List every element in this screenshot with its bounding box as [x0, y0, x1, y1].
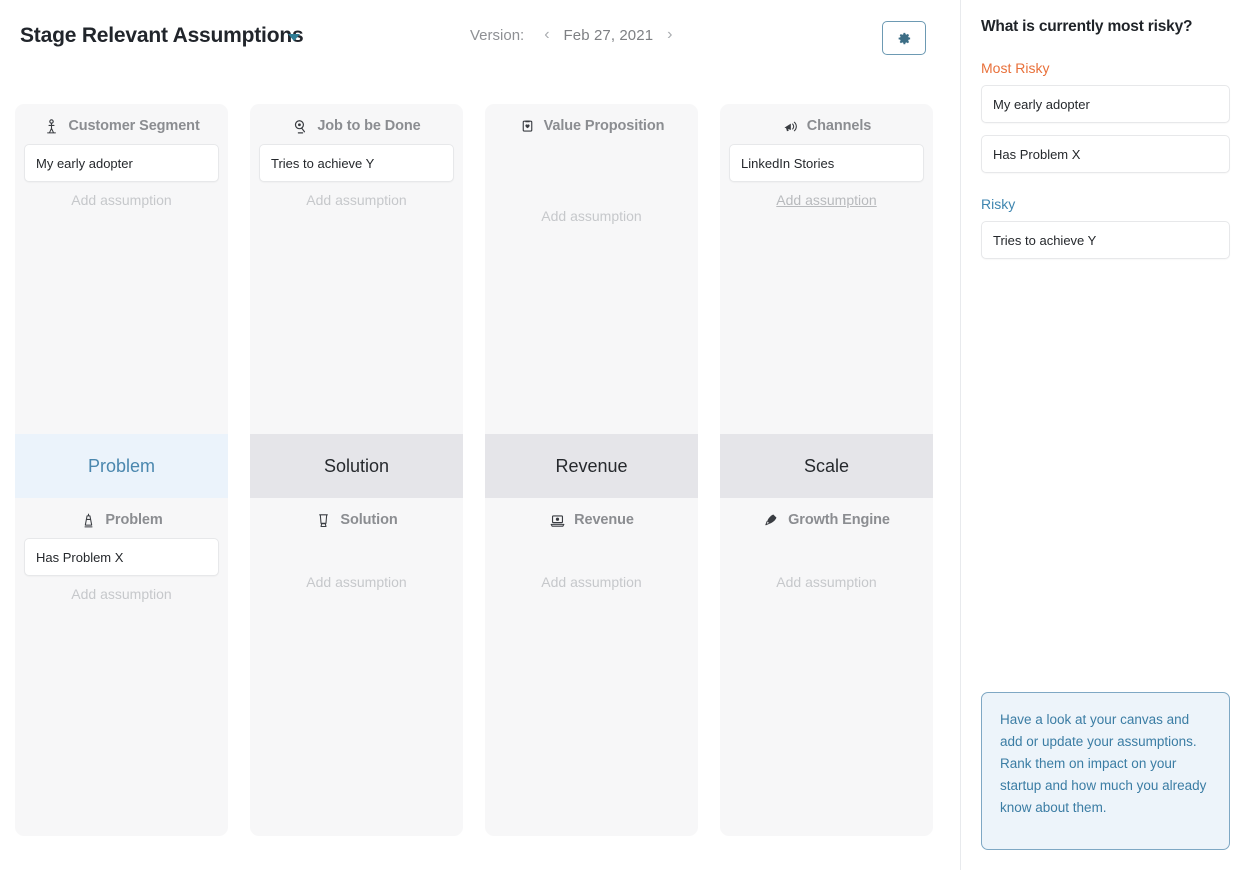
stage-band-revenue[interactable]: Revenue: [485, 434, 698, 498]
column-header: Solution: [250, 498, 463, 538]
add-assumption-button[interactable]: Add assumption: [250, 574, 463, 590]
canvas-columns: Customer Segment My early adopter Add as…: [15, 104, 946, 836]
add-assumption-button[interactable]: Add assumption: [720, 574, 933, 590]
column-bottom-section: Growth Engine Add assumption: [720, 498, 933, 836]
channels-icon: [782, 118, 799, 135]
column-title: Growth Engine: [788, 512, 890, 528]
column-title: Revenue: [574, 512, 634, 528]
version-prev-icon[interactable]: ‹: [538, 26, 555, 44]
column-bottom-section: Revenue Add assumption: [485, 498, 698, 836]
column-title: Value Proposition: [544, 118, 665, 134]
add-assumption-button[interactable]: Add assumption: [15, 586, 228, 602]
column-title: Job to be Done: [317, 118, 420, 134]
add-assumption-button[interactable]: Add assumption: [720, 192, 933, 208]
risk-panel: What is currently most risky? Most Risky…: [961, 0, 1240, 870]
stage-band-problem[interactable]: Problem: [15, 434, 228, 498]
column-top-section: Channels LinkedIn Stories Add assumption: [720, 104, 933, 434]
stage-band-scale[interactable]: Scale: [720, 434, 933, 498]
gear-icon: [897, 31, 912, 46]
add-assumption-button[interactable]: Add assumption: [485, 208, 698, 224]
add-assumption-button[interactable]: Add assumption: [485, 574, 698, 590]
column-title: Channels: [807, 118, 871, 134]
column-header: Value Proposition: [485, 104, 698, 144]
risk-panel-title: What is currently most risky?: [981, 18, 1192, 36]
risk-group-label-risky: Risky: [981, 196, 1015, 212]
column-title: Customer Segment: [68, 118, 199, 134]
assumptions-canvas-app: Stage Relevant Assumptions Version: ‹ Fe…: [0, 0, 1240, 870]
canvas-column-channels: Channels LinkedIn Stories Add assumption…: [720, 104, 933, 836]
column-title: Solution: [340, 512, 397, 528]
risk-item[interactable]: Tries to achieve Y: [981, 221, 1230, 259]
column-bottom-section: Solution Add assumption: [250, 498, 463, 836]
add-assumption-button[interactable]: Add assumption: [250, 192, 463, 208]
job-to-be-done-icon: [292, 118, 309, 135]
risk-item[interactable]: My early adopter: [981, 85, 1230, 123]
risk-list-risky: Tries to achieve Y: [981, 221, 1230, 271]
column-header: Revenue: [485, 498, 698, 538]
assumption-card[interactable]: Has Problem X: [24, 538, 219, 576]
assumption-card[interactable]: LinkedIn Stories: [729, 144, 924, 182]
assumption-card-list: Has Problem X: [15, 538, 228, 576]
column-top-section: Job to be Done Tries to achieve Y Add as…: [250, 104, 463, 434]
solution-icon: [315, 512, 332, 529]
growth-engine-icon: [763, 512, 780, 529]
assumption-card[interactable]: Tries to achieve Y: [259, 144, 454, 182]
risk-group-label-most-risky: Most Risky: [981, 60, 1049, 76]
page-title: Stage Relevant Assumptions: [20, 24, 303, 48]
customer-segment-icon: [43, 118, 60, 135]
column-header: Growth Engine: [720, 498, 933, 538]
problem-icon: [80, 512, 97, 529]
stage-band-solution[interactable]: Solution: [250, 434, 463, 498]
canvas-column-customer-segment: Customer Segment My early adopter Add as…: [15, 104, 228, 836]
version-value[interactable]: Feb 27, 2021: [564, 27, 654, 44]
risk-list-most-risky: My early adopter Has Problem X: [981, 85, 1230, 185]
column-top-section: Value Proposition Add assumption: [485, 104, 698, 434]
column-header: Customer Segment: [15, 104, 228, 144]
canvas-column-job-to-be-done: Job to be Done Tries to achieve Y Add as…: [250, 104, 463, 836]
assumption-card[interactable]: My early adopter: [24, 144, 219, 182]
add-assumption-button[interactable]: Add assumption: [15, 192, 228, 208]
assumption-card-list: My early adopter: [15, 144, 228, 182]
assumption-card-list: Tries to achieve Y: [250, 144, 463, 182]
column-top-section: Customer Segment My early adopter Add as…: [15, 104, 228, 434]
canvas-column-value-proposition: Value Proposition Add assumption Revenue…: [485, 104, 698, 836]
version-label: Version:: [470, 27, 524, 44]
column-header: Problem: [15, 498, 228, 538]
main-canvas-area: Stage Relevant Assumptions Version: ‹ Fe…: [0, 0, 961, 870]
settings-button[interactable]: [882, 21, 926, 55]
version-next-icon[interactable]: ›: [661, 26, 678, 44]
top-bar: Stage Relevant Assumptions Version: ‹ Fe…: [0, 0, 961, 78]
assumption-card-list: LinkedIn Stories: [720, 144, 933, 182]
revenue-icon: [549, 512, 566, 529]
chevron-down-icon[interactable]: [288, 34, 300, 41]
column-bottom-section: Problem Has Problem X Add assumption: [15, 498, 228, 836]
column-header: Job to be Done: [250, 104, 463, 144]
version-selector: Version: ‹ Feb 27, 2021 ›: [470, 26, 678, 44]
column-title: Problem: [105, 512, 162, 528]
tip-box: Have a look at your canvas and add or up…: [981, 692, 1230, 850]
column-header: Channels: [720, 104, 933, 144]
risk-item[interactable]: Has Problem X: [981, 135, 1230, 173]
value-proposition-icon: [519, 118, 536, 135]
